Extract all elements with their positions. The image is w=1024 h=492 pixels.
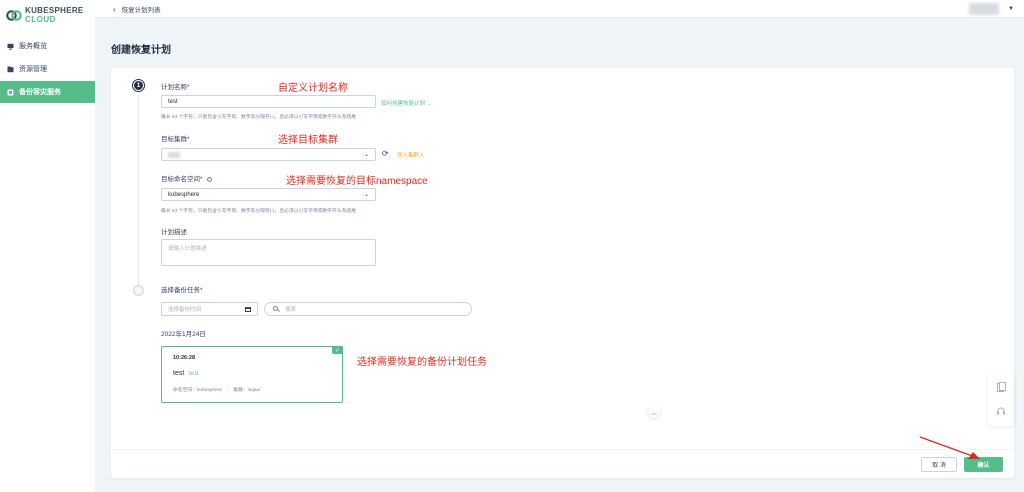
annotation-arrow [919,436,980,459]
